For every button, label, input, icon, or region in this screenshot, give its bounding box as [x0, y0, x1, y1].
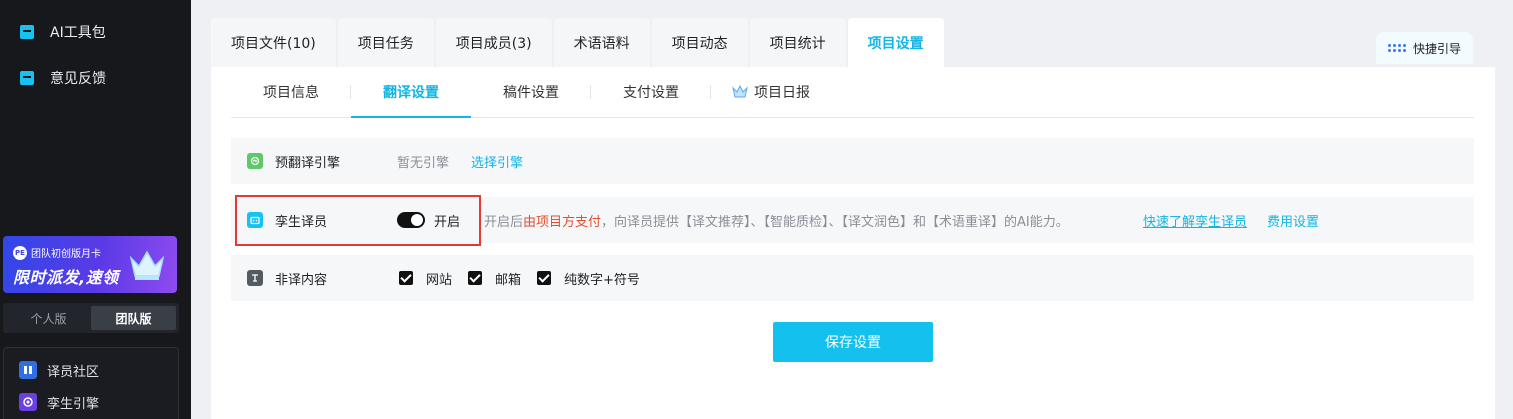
- website-option-label: 网站: [426, 272, 453, 288]
- tab-project-stats[interactable]: 项目统计: [749, 18, 846, 68]
- tab-project-activity[interactable]: 项目动态: [651, 18, 748, 68]
- subtab-daily-report[interactable]: 项目日报: [711, 67, 831, 117]
- settings-subtabs: 项目信息 翻译设置 稿件设置 支付设置 项目日报: [231, 67, 1474, 118]
- subtab-translation-settings[interactable]: 翻译设置: [351, 67, 471, 118]
- engine-setting-row: 预翻译引擎 暂无引擎 选择引擎: [231, 138, 1474, 184]
- crown-icon: [732, 85, 748, 98]
- crown-icon: [129, 250, 165, 280]
- pay-highlight: 由项目方支付: [523, 214, 602, 230]
- promo-title: 限时派发,速领: [13, 268, 119, 287]
- digits-symbols-checkbox[interactable]: [537, 271, 552, 285]
- settings-panel: 项目信息 翻译设置 稿件设置 支付设置 项目日报 预翻译引擎 暂无引擎 选择引擎…: [211, 67, 1495, 419]
- sidebar-item-label: 孪生引擎: [47, 396, 100, 412]
- version-team[interactable]: 团队版: [91, 306, 176, 330]
- subtab-payment-settings[interactable]: 支付设置: [591, 67, 711, 117]
- engine-icon: [247, 153, 263, 169]
- engine-value: 暂无引擎: [397, 155, 450, 171]
- grid-dots-icon: [1387, 44, 1406, 52]
- main-content: 项目文件(10) 项目任务 项目成员(3) 术语语料 项目动态 项目统计 项目设…: [211, 18, 1495, 419]
- promo-subtitle: 团队初创版月卡: [31, 249, 101, 260]
- sidebar-item-label: 意见反馈: [50, 71, 106, 87]
- subtab-project-info[interactable]: 项目信息: [231, 67, 351, 117]
- sidebar-item-twin-engine[interactable]: 孪生引擎: [19, 391, 99, 413]
- quick-guide-label: 快捷引导: [1412, 41, 1461, 56]
- save-settings-button[interactable]: 保存设置: [773, 322, 933, 362]
- sidebar-item-ai-toolbox[interactable]: AI工具包: [20, 20, 106, 44]
- engine-icon: [19, 393, 37, 411]
- sidebar-item-label: AI工具包: [50, 25, 106, 41]
- project-tabs: 项目文件(10) 项目任务 项目成员(3) 术语语料 项目动态 项目统计 项目设…: [211, 18, 944, 68]
- toolbox-icon: [20, 25, 34, 39]
- text-icon: [247, 270, 263, 286]
- digits-symbols-option-label: 纯数字+符号: [564, 272, 640, 288]
- non-translatable-row: 非译内容 网站 邮箱 纯数字+符号: [231, 255, 1474, 301]
- email-option-label: 邮箱: [495, 272, 522, 288]
- twin-translator-description: 开启后由项目方支付，向译员提供【译文推荐】、【智能质检】、【译文润色】和【术语重…: [484, 214, 1069, 230]
- community-icon: [19, 361, 37, 379]
- subtab-manuscript-settings[interactable]: 稿件设置: [471, 67, 591, 117]
- learn-twin-translator-link[interactable]: 快速了解孪生译员: [1143, 211, 1247, 230]
- pe-logo-icon: PE: [13, 245, 27, 260]
- tab-project-members[interactable]: 项目成员(3): [435, 18, 552, 68]
- feedback-icon: [20, 71, 34, 85]
- tab-project-settings[interactable]: 项目设置: [847, 18, 944, 68]
- website-checkbox[interactable]: [399, 271, 413, 285]
- version-switch: 个人版 团队版: [3, 303, 179, 333]
- non-translatable-label: 非译内容: [275, 272, 328, 288]
- quick-guide-button[interactable]: 快捷引导: [1375, 32, 1473, 64]
- sidebar-item-feedback[interactable]: 意见反馈: [20, 66, 106, 90]
- version-personal[interactable]: 个人版: [6, 306, 91, 330]
- tab-project-tasks[interactable]: 项目任务: [337, 18, 434, 68]
- sidebar-item-label: 译员社区: [47, 364, 100, 380]
- sidebar-panel: 译员社区 孪生引擎: [3, 347, 179, 419]
- promo-banner[interactable]: PE 团队初创版月卡 限时派发,速领: [3, 236, 177, 293]
- fee-settings-link[interactable]: 费用设置: [1267, 211, 1319, 230]
- annotation-highlight-box: [235, 195, 481, 246]
- select-engine-link[interactable]: 选择引擎: [471, 152, 523, 171]
- sidebar: AI工具包 意见反馈 PE 团队初创版月卡 限时派发,速领 个人版 团队版 译员…: [0, 0, 191, 419]
- sidebar-item-community[interactable]: 译员社区: [19, 359, 99, 381]
- email-checkbox[interactable]: [468, 271, 483, 285]
- engine-label: 预翻译引擎: [275, 155, 341, 171]
- tab-terminology[interactable]: 术语语料: [553, 18, 650, 68]
- tab-project-files[interactable]: 项目文件(10): [211, 18, 336, 68]
